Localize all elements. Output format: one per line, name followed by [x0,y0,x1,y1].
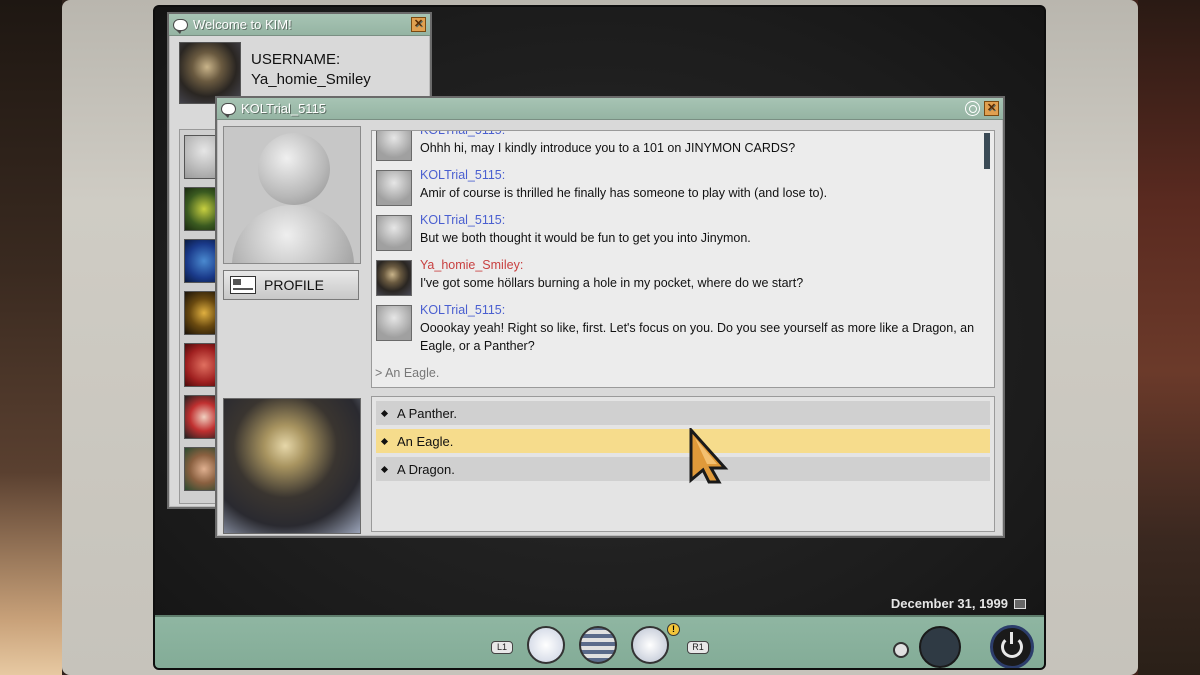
close-icon[interactable]: ✕ [984,101,999,116]
kim-window-title: Welcome to KIM! [193,17,292,32]
bullet-icon [380,437,389,445]
chat-message: KOLTrial_5115: But we both thought it wo… [372,211,994,256]
avatar [376,305,412,341]
message-sender: KOLTrial_5115: [420,303,506,317]
l1-button-hint: L1 [491,641,513,654]
reply-option-label: An Eagle. [397,433,454,449]
taskbar: L1 ! R1 [155,615,1044,668]
chat-titlebar[interactable]: KOLTrial_5115 ✕ [217,98,1003,120]
message-sender: KOLTrial_5115: [420,168,506,182]
message-text: I've got some höllars burning a hole in … [420,276,804,290]
chat-message: KOLTrial_5115: Ohhh hi, may I kindly int… [372,130,994,166]
message-text: Ohhh hi, may I kindly introduce you to a… [420,141,796,155]
contact-panel: PROFILE [223,126,361,300]
chat-bubble-icon [221,102,236,118]
username: Ya_homie_Smiley [251,71,371,88]
tools-icon[interactable] [919,626,961,668]
username-label: USERNAME: [251,51,341,68]
reply-options: A Panther. An Eagle. A Dragon. [371,396,995,532]
id-card-icon [230,276,256,294]
message-sender: Ya_homie_Smiley: [420,258,524,272]
avatar [376,170,412,206]
profile-label: PROFILE [264,277,324,293]
player-portrait [223,398,361,534]
chat-scrollbar[interactable] [984,133,992,347]
chat-bubble-icon [173,18,188,34]
reply-option[interactable]: A Panther. [376,401,990,425]
bullet-icon [380,409,389,417]
message-text: Amir of course is thrilled he finally ha… [420,186,828,200]
contact-avatar [223,126,361,264]
avatar [376,215,412,251]
kim-titlebar[interactable]: Welcome to KIM! ✕ [169,14,430,36]
date-text: December 31, 1999 [890,596,1008,611]
message-sender: KOLTrial_5115: [420,213,506,227]
chat-message: KOLTrial_5115: Ooookay yeah! Right so li… [372,301,994,359]
profile-button[interactable]: PROFILE [223,270,359,300]
room-background-left [0,0,62,675]
username-block: USERNAME: Ya_homie_Smiley [251,50,371,90]
message-text: Ooookay yeah! Right so like, first. Let'… [420,321,975,353]
last-choice: > An Eagle. [375,366,440,380]
avatar [179,42,241,104]
mouse-cursor-icon [689,428,729,484]
reply-option-label: A Panther. [397,405,457,421]
options-button-icon[interactable] [893,642,909,658]
monitor-screen: Welcome to KIM! ✕ USERNAME: Ya_homie_Smi… [153,5,1046,670]
chat-window: KOLTrial_5115 ✕ PROFILE KOLTrial_5115: O… [215,96,1005,538]
close-icon[interactable]: ✕ [411,17,426,32]
reply-option-label: A Dragon. [397,461,455,477]
chat-log[interactable]: KOLTrial_5115: Ohhh hi, may I kindly int… [371,130,995,388]
chat-window-title: KOLTrial_5115 [241,101,327,116]
bullet-icon [380,465,389,473]
calendar-icon [1014,598,1026,609]
chat-app-icon[interactable] [631,626,669,664]
chat-message: KOLTrial_5115: Amir of course is thrille… [372,166,994,211]
avatar [376,260,412,296]
avatar [376,131,412,161]
message-sender: KOLTrial_5115: [420,130,506,137]
scrollbar-thumb[interactable] [984,133,990,169]
minimize-icon[interactable] [965,101,980,116]
reply-option[interactable]: A Dragon. [376,457,990,481]
cards-app-icon[interactable] [527,626,565,664]
system-date: December 31, 1999 [891,596,1026,611]
calendar-app-icon[interactable] [579,626,617,664]
r1-button-hint: R1 [687,641,709,654]
message-text: But we both thought it would be fun to g… [420,231,751,245]
reply-option-selected[interactable]: An Eagle. [376,429,990,453]
room-background-right [1138,0,1200,675]
notification-badge: ! [667,623,680,636]
chat-message: Ya_homie_Smiley: I've got some höllars b… [372,256,994,301]
power-icon[interactable] [990,625,1034,668]
